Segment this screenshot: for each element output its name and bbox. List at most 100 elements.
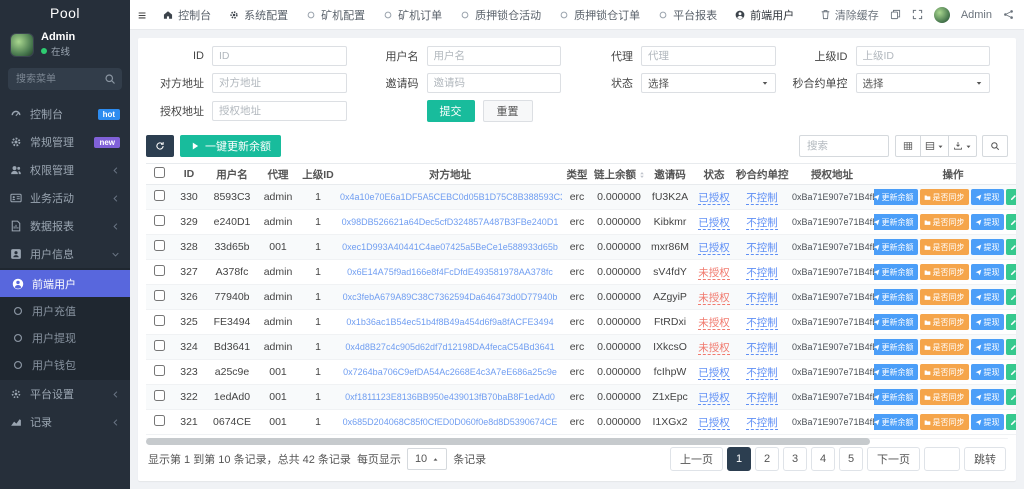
status-link[interactable]: 未授权 <box>698 291 730 305</box>
fullscreen-icon[interactable] <box>912 9 923 20</box>
table-search-input[interactable] <box>799 135 889 157</box>
agent-field[interactable] <box>641 46 776 66</box>
nav-tab-system-config[interactable]: 系统配置 <box>220 0 297 29</box>
paging-switch-button[interactable] <box>895 135 921 157</box>
row-checkbox[interactable] <box>153 190 165 201</box>
sync-button[interactable]: 是否同步 <box>919 189 969 205</box>
row-checkbox[interactable] <box>153 315 165 326</box>
update-balance-button[interactable]: 更新余额 <box>874 314 918 330</box>
id-field[interactable] <box>212 46 347 66</box>
address-link[interactable]: 0x1b36ac1B54ec51b4f8B49a454d6f9a8fACFE34… <box>346 317 553 327</box>
address-link[interactable]: 0x7264ba706C9efDA54Ac2668E4c3A7eE686a25c… <box>343 367 557 377</box>
withdraw-button[interactable]: 提现 <box>970 264 1004 280</box>
auth-address-field[interactable] <box>212 101 347 121</box>
address-link[interactable]: 0x685D204068C85f0CfED0D060f0e8d8D5390674… <box>343 417 558 427</box>
edit-button[interactable] <box>1005 189 1016 205</box>
share-nodes-icon[interactable] <box>1003 9 1014 20</box>
sidebar-item-userinfo[interactable]: 用户信息 <box>0 240 130 268</box>
withdraw-button[interactable]: 提现 <box>970 414 1004 430</box>
nav-tab-stake-orders[interactable]: 质押锁仓订单 <box>550 0 649 29</box>
update-balance-button[interactable]: 更新余额 <box>874 389 918 405</box>
control-link[interactable]: 不控制 <box>746 341 778 355</box>
update-balance-button[interactable]: 更新余额 <box>874 414 918 430</box>
edit-button[interactable] <box>1005 339 1016 355</box>
control-link[interactable]: 不控制 <box>746 191 778 205</box>
status-link[interactable]: 已授权 <box>698 241 730 255</box>
update-balance-button[interactable]: 更新余额 <box>874 264 918 280</box>
edit-button[interactable] <box>1005 239 1016 255</box>
address-link[interactable]: 0xec1D993A40441C4ae07425a5BeCe1e588933d6… <box>342 242 558 252</box>
status-link[interactable]: 已授权 <box>698 391 730 405</box>
contract-control-select[interactable]: 选择 <box>855 73 990 93</box>
sync-button[interactable]: 是否同步 <box>919 239 969 255</box>
page-button-4[interactable]: 4 <box>811 447 835 471</box>
nav-tab-console[interactable]: 控制台 <box>154 0 220 29</box>
status-link[interactable]: 未授权 <box>698 316 730 330</box>
sidebar-item-report[interactable]: 数据报表 <box>0 212 130 240</box>
row-checkbox[interactable] <box>153 415 165 426</box>
sidebar-item-console[interactable]: 控制台 hot <box>0 100 130 128</box>
sidebar-item-auth[interactable]: 权限管理 <box>0 156 130 184</box>
control-link[interactable]: 不控制 <box>746 216 778 230</box>
row-checkbox[interactable] <box>153 340 165 351</box>
copy-page-icon[interactable] <box>890 9 901 20</box>
nav-tab-miner-orders[interactable]: 矿机订单 <box>374 0 451 29</box>
reset-button[interactable]: 重置 <box>482 100 533 122</box>
submit-button[interactable]: 提交 <box>426 100 475 122</box>
withdraw-button[interactable]: 提现 <box>970 189 1004 205</box>
address-link[interactable]: 0xf1811123E8136BB950e439013fB70baB8F1edA… <box>345 392 555 402</box>
update-balance-button[interactable]: 更新余额 <box>874 364 918 380</box>
control-link[interactable]: 不控制 <box>746 316 778 330</box>
status-link[interactable]: 未授权 <box>698 266 730 280</box>
invite-code-field[interactable] <box>426 73 561 93</box>
address-link[interactable]: 0x4d8B27c4c905d62df7d12198DA4fecaC54Bd36… <box>345 342 554 352</box>
sync-button[interactable]: 是否同步 <box>919 289 969 305</box>
avatar[interactable] <box>10 32 34 57</box>
status-link[interactable]: 已授权 <box>698 191 730 205</box>
control-link[interactable]: 不控制 <box>746 391 778 405</box>
username-field[interactable] <box>426 46 561 66</box>
nav-tab-front-user[interactable]: 前端用户 <box>726 0 803 29</box>
select-all-checkbox[interactable] <box>153 167 165 178</box>
sidebar-item-user-withdraw[interactable]: 用户提现 <box>0 324 130 351</box>
sidebar-item-user-recharge[interactable]: 用户充值 <box>0 297 130 324</box>
withdraw-button[interactable]: 提现 <box>970 314 1004 330</box>
update-balance-button[interactable]: 更新余额 <box>874 189 918 205</box>
horizontal-scrollbar-thumb[interactable] <box>146 438 871 445</box>
edit-button[interactable] <box>1005 264 1016 280</box>
status-link[interactable]: 已授权 <box>698 416 730 430</box>
update-balance-button[interactable]: 更新余额 <box>874 214 918 230</box>
sync-button[interactable]: 是否同步 <box>919 414 969 430</box>
edit-button[interactable] <box>1005 214 1016 230</box>
batch-update-balance-button[interactable]: 一键更新余额 <box>180 135 281 157</box>
sidebar-item-platform[interactable]: 平台设置 <box>0 380 130 408</box>
row-checkbox[interactable] <box>153 365 165 376</box>
export-button[interactable] <box>948 135 977 157</box>
page-button-5[interactable]: 5 <box>839 447 863 471</box>
page-button-2[interactable]: 2 <box>755 447 779 471</box>
refresh-button[interactable] <box>146 135 174 157</box>
address-link[interactable]: 0x98DB526621a64Dec5cfD324857A487B3FBe240… <box>342 217 559 227</box>
control-link[interactable]: 不控制 <box>746 366 778 380</box>
sidebar-item-front-user[interactable]: 前端用户 <box>0 270 130 297</box>
sync-button[interactable]: 是否同步 <box>919 264 969 280</box>
withdraw-button[interactable]: 提现 <box>970 239 1004 255</box>
avatar[interactable] <box>933 6 950 23</box>
withdraw-button[interactable]: 提现 <box>970 364 1004 380</box>
search-button[interactable] <box>982 135 1008 157</box>
withdraw-button[interactable]: 提现 <box>970 289 1004 305</box>
withdraw-button[interactable]: 提现 <box>970 389 1004 405</box>
clear-cache-button[interactable]: 清除缓存 <box>820 7 879 23</box>
nav-tab-miner-config[interactable]: 矿机配置 <box>297 0 374 29</box>
admin-user-menu[interactable]: Admin <box>961 9 992 21</box>
sync-button[interactable]: 是否同步 <box>919 214 969 230</box>
columns-button[interactable] <box>920 135 949 157</box>
edit-button[interactable] <box>1005 364 1016 380</box>
address-field[interactable] <box>212 73 347 93</box>
jump-page-input[interactable] <box>924 447 960 471</box>
status-link[interactable]: 已授权 <box>698 216 730 230</box>
status-link[interactable]: 已授权 <box>698 366 730 380</box>
parent-id-field[interactable] <box>855 46 990 66</box>
control-link[interactable]: 不控制 <box>746 241 778 255</box>
next-page-button[interactable]: 下一页 <box>867 447 920 471</box>
